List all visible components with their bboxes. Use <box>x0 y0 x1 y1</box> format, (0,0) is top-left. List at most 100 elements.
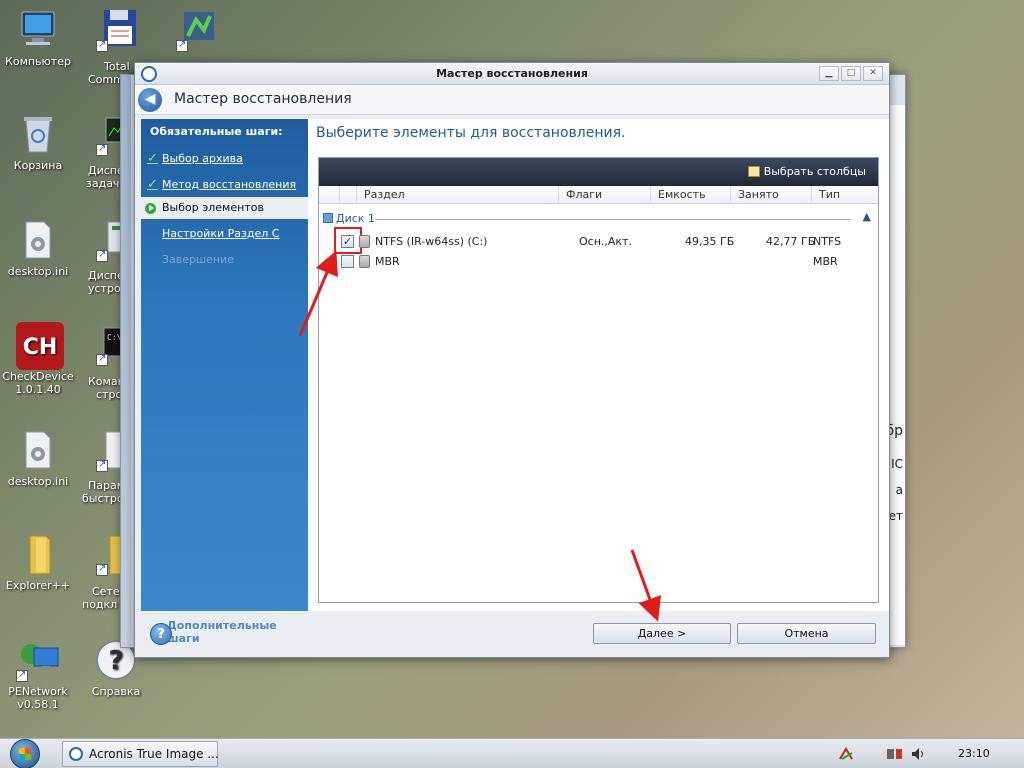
sidebar-step-method[interactable]: ✓ Метод восстановления <box>141 174 308 196</box>
desktop-icon-label: Компьютер <box>5 55 71 68</box>
shortcut-arrow-icon <box>96 562 108 576</box>
disk-group-label: Диск 1 <box>336 212 375 225</box>
sidebar-step-label: Выбор элементов <box>162 201 264 214</box>
shortcut-arrow-icon <box>96 142 108 156</box>
windows-logo-icon <box>10 739 40 768</box>
checkmark-icon: ✓ <box>147 177 158 192</box>
back-arrow-icon[interactable]: ◀ <box>138 88 162 112</box>
desktop-icon-green[interactable] <box>160 8 236 55</box>
help-button[interactable]: ? <box>150 623 172 645</box>
checkmark-icon: ✓ <box>147 151 158 166</box>
svg-text:?: ? <box>108 646 123 676</box>
desktop-icon-computer[interactable]: Компьютер <box>0 8 76 68</box>
desktop-icon-label: Сетев <box>92 585 120 598</box>
desktop-icon-label: Диспе <box>88 164 120 177</box>
partition-table: Выбрать столбцы Раздел Флаги Емкость Зан… <box>318 157 879 603</box>
desktop-icon-desktop-ini-2[interactable]: desktop.ini <box>0 428 76 488</box>
current-step-arrow-icon <box>145 203 156 214</box>
background-window-strip <box>121 75 131 647</box>
cell-partition: NTFS (IR-w64ss) (C:) <box>375 235 488 248</box>
table-row[interactable]: ✓ NTFS (IR-w64ss) (C:) Осн.,Акт. 49,35 Г… <box>319 227 878 254</box>
wizard-sidebar: Обязательные шаги: ✓ Выбор архива ✓ Мето… <box>141 119 308 645</box>
row-checkbox[interactable] <box>341 255 354 268</box>
network-icon <box>16 638 60 682</box>
wizard-content: Выберите элементы для восстановления. Вы… <box>308 119 889 611</box>
desktop-icon-label: Коман <box>88 375 120 388</box>
desktop-icon-penetwork[interactable]: PENetwork v0.58.1 <box>0 638 76 711</box>
settings-file-icon <box>16 218 60 262</box>
cancel-button[interactable]: Отмена <box>737 623 876 644</box>
acronis-icon <box>141 66 157 82</box>
sidebar-step-label: Настройки Раздел C <box>162 227 280 240</box>
desktop-icon-label: Справка <box>91 685 141 698</box>
column-header-capacity[interactable]: Емкость <box>650 186 730 204</box>
app-icon <box>176 8 220 52</box>
disk-group[interactable]: Диск 1 ▲ <box>323 210 875 226</box>
background-text: а <box>895 483 903 497</box>
column-header-partition[interactable]: Раздел <box>356 186 558 204</box>
desktop-icon-checkdevice[interactable]: CH CheckDevice 1.0.1.40 <box>0 322 76 396</box>
sidebar-step-finish: Завершение <box>141 249 308 271</box>
group-divider <box>375 219 851 220</box>
column-header-type[interactable]: Тип <box>811 186 878 204</box>
sidebar-step-label: Завершение <box>162 253 234 266</box>
desktop-icon-label: desktop.ini <box>7 265 69 278</box>
computer-icon <box>16 8 60 52</box>
columns-icon <box>747 166 760 177</box>
sidebar-step-elements[interactable]: Выбор элементов <box>141 197 308 219</box>
desktop-icon-label: Парам <box>88 479 120 492</box>
desktop-icon-recycle-bin[interactable]: Корзина <box>0 112 76 172</box>
maximize-button[interactable]: □ <box>841 66 861 81</box>
desktop-icon-label: CheckDevice 1.0.1.40 <box>2 370 74 396</box>
minimize-button[interactable]: ▁ <box>819 66 839 81</box>
recovery-wizard-dialog: Мастер восстановления ▁ □ ✕ ◀ Мастер вос… <box>134 62 890 658</box>
desktop-icon-label: устро <box>88 282 120 295</box>
choose-columns-button[interactable]: Выбрать столбцы <box>747 165 866 178</box>
network-tray-icon[interactable] <box>838 747 854 761</box>
sidebar-step-label: Выбор архива <box>162 152 243 165</box>
desktop-icon-explorerpp[interactable]: Explorer++ <box>0 532 76 592</box>
sidebar-step-label: Метод восстановления <box>162 178 297 191</box>
shortcut-arrow-icon <box>96 458 108 472</box>
column-header-flags[interactable]: Флаги <box>558 186 650 204</box>
titlebar[interactable]: Мастер восстановления ▁ □ ✕ <box>135 63 889 85</box>
column-header-used[interactable]: Занято <box>730 186 811 204</box>
desktop-icon-desktop-ini[interactable]: desktop.ini <box>0 218 76 278</box>
table-header: Раздел Флаги Емкость Занято Тип <box>319 186 878 204</box>
shortcut-arrow-icon <box>96 352 108 366</box>
collapse-icon[interactable]: ▲ <box>863 210 871 223</box>
taskbar: Acronis True Image ... 23:10 <box>0 738 1024 768</box>
sidebar-step-archive[interactable]: ✓ Выбор архива <box>141 148 308 170</box>
sidebar-step-partition-settings[interactable]: Настройки Раздел C <box>141 223 308 245</box>
partition-icon <box>359 255 370 268</box>
wizard-header: ◀ Мастер восстановления <box>135 85 889 115</box>
desktop-icon-label: desktop.ini <box>7 475 69 488</box>
shortcut-arrow-icon <box>96 248 108 262</box>
desktop-icon-total-commander[interactable] <box>80 8 156 55</box>
start-button[interactable] <box>4 739 46 768</box>
close-button[interactable]: ✕ <box>863 66 883 81</box>
row-checkbox[interactable]: ✓ <box>341 235 354 248</box>
desktop-icon-label: быстро <box>82 492 120 505</box>
folder-icon <box>16 532 60 576</box>
window-title: Мастер восстановления <box>436 67 588 80</box>
acronis-icon <box>69 747 83 761</box>
cell-type: NTFS <box>813 235 842 248</box>
table-row[interactable]: MBR MBR <box>319 252 878 272</box>
disk-group-icon <box>323 213 333 223</box>
desktop-icon-label: PENetwork v0.58.1 <box>8 685 68 711</box>
content-title: Выберите элементы для восстановления. <box>316 125 626 141</box>
cell-type: MBR <box>813 255 838 268</box>
cell-used: 42,77 ГБ <box>766 235 816 248</box>
volume-icon[interactable] <box>910 747 926 761</box>
next-button[interactable]: Далее > <box>593 623 731 644</box>
shortcut-arrow-icon <box>176 38 188 52</box>
taskbar-item-acronis[interactable]: Acronis True Image ... <box>62 741 219 767</box>
settings-file-icon <box>16 428 60 472</box>
cell-flags: Осн.,Акт. <box>579 235 632 248</box>
hardware-tray-icon[interactable] <box>886 747 904 761</box>
recycle-bin-icon <box>16 112 60 156</box>
clock[interactable]: 23:10 <box>958 747 990 760</box>
cell-capacity: 49,35 ГБ <box>685 235 735 248</box>
column-header-check[interactable] <box>339 186 356 204</box>
